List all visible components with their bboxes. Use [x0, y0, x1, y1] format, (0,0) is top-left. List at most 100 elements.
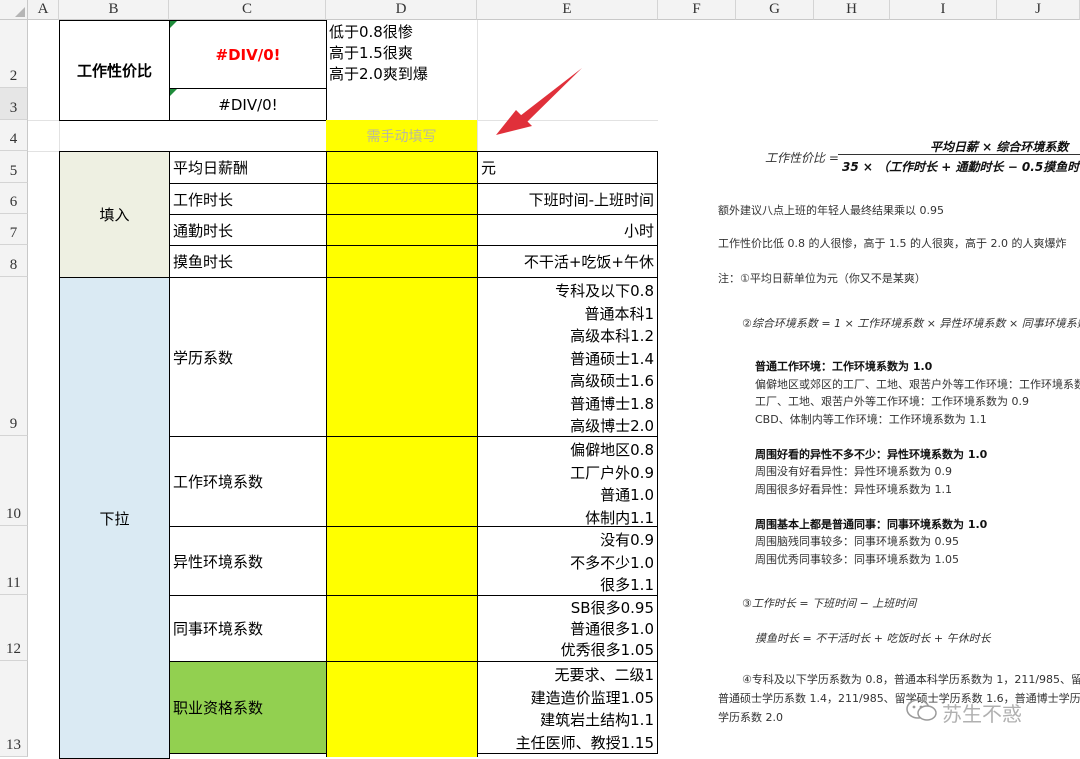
select-opposite-sex[interactable]	[326, 526, 478, 596]
options-work-env: 偏僻地区0.8 工厂户外0.9 普通1.0 体制内1.1	[477, 436, 658, 527]
option-text: 专科及以下0.8	[555, 282, 654, 300]
note-line: 周围脑残同事较多：同事环境系数为 0.95	[755, 535, 959, 548]
formula-lhs: 工作性价比 =	[765, 151, 839, 165]
select-education[interactable]	[326, 277, 478, 437]
column-header-i[interactable]: I	[890, 0, 997, 20]
option-text: 普通硕士1.4	[570, 349, 654, 368]
note-line: 周围好看的异性不多不少：异性环境系数为 1.0	[755, 448, 988, 461]
note-line: 普通硕士学历系数 1.4，211/985、留学硕士学历系数 1.6，普通博士学历…	[718, 692, 1080, 705]
row-header-11[interactable]: 11	[0, 526, 28, 595]
note-line: 工厂、工地、艰苦户外等工作环境：工作环境系数为 0.9	[755, 395, 1029, 408]
options-qualification: 无要求、二级1 建造造价监理1.05 建筑岩土结构1.1 主任医师、教授1.15	[477, 661, 658, 754]
formula-notes-image[interactable]: 工作性价比 = 平均日薪 × 综合环境系数 35 × （工作时长 + 通勤时长 …	[660, 120, 1080, 757]
option-text: 普通很多1.0	[570, 620, 654, 638]
column-header-a[interactable]: A	[28, 0, 59, 20]
row-header-10[interactable]: 10	[0, 436, 28, 526]
options-colleague: SB很多0.95 普通很多1.0 优秀很多1.05	[477, 595, 658, 662]
option-text: 无要求、二级1	[554, 666, 654, 684]
field-label-qualification: 职业资格系数	[169, 661, 327, 754]
row-header-12[interactable]: 12	[0, 595, 28, 661]
option-text: 高级硕士1.6	[570, 372, 654, 390]
row-header-5[interactable]: 5	[0, 151, 28, 183]
field-label-commute: 通勤时长	[169, 214, 327, 246]
note-line: CBD、体制内等工作环境：工作环境系数为 1.1	[755, 413, 987, 426]
option-text: 主任医师、教授1.15	[515, 733, 654, 752]
error-value: #DIV/0!	[215, 45, 281, 64]
row-header-13[interactable]: 13	[0, 661, 28, 757]
input-daily-pay[interactable]	[326, 151, 478, 184]
error-value: #DIV/0!	[218, 95, 278, 114]
row-header-3[interactable]: 3	[0, 88, 28, 120]
column-header-f[interactable]: F	[658, 0, 736, 20]
note-line: 学历系数 2.0	[718, 711, 783, 724]
chat-bubble-icon	[906, 699, 937, 721]
option-text: 普通本科1	[584, 304, 654, 323]
unit-daily-pay: 元	[477, 151, 658, 184]
row-header-4[interactable]: 4	[0, 120, 28, 151]
unit-slack: 不干活+吃饭+午休	[477, 245, 658, 278]
dropdown-group-title: 下拉	[59, 277, 170, 759]
note-line: 周围优秀同事较多：同事环境系数为 1.05	[755, 553, 959, 566]
option-text: 建筑岩土结构1.1	[540, 711, 654, 729]
field-label-work-env: 工作环境系数	[169, 436, 327, 527]
column-header-d[interactable]: D	[326, 0, 477, 20]
column-header-c[interactable]: C	[169, 0, 326, 20]
manual-fill-hint: 需手动填写	[326, 120, 477, 151]
option-text: 高级本科1.2	[570, 327, 654, 345]
cell-continuation	[169, 753, 327, 757]
option-text: 体制内1.1	[585, 508, 654, 527]
option-text: 很多1.1	[600, 576, 654, 594]
column-header-e[interactable]: E	[477, 0, 658, 20]
option-text: 优秀很多1.05	[560, 641, 654, 659]
select-colleague[interactable]	[326, 595, 478, 662]
option-text: 工厂户外0.9	[570, 463, 654, 482]
row-header-9[interactable]: 9	[0, 277, 28, 436]
row-header-8[interactable]: 8	[0, 245, 28, 277]
column-header-j[interactable]: J	[997, 0, 1080, 20]
fraction-bar	[838, 154, 1080, 155]
select-work-env[interactable]	[326, 436, 478, 527]
error-indicator	[170, 21, 177, 28]
select-all-corner[interactable]	[0, 0, 28, 20]
arrow-icon	[496, 68, 582, 135]
row-header-2[interactable]: 2	[0, 20, 28, 88]
ratio-result-cell[interactable]: #DIV/0!	[169, 20, 327, 89]
column-header-h[interactable]: H	[814, 0, 890, 20]
formula-denominator: 35 × （工作时长 + 通勤时长 − 0.5摸鱼时长）	[842, 160, 1080, 174]
ratio-result-cell-2[interactable]: #DIV/0!	[169, 88, 327, 121]
note-line: 周围基本上都是普通同事：同事环境系数为 1.0	[755, 518, 988, 531]
yellow-continuation	[326, 753, 478, 757]
price-ratio-label[interactable]: 工作性价比	[59, 20, 170, 121]
option-text: 普通1.0	[600, 486, 654, 504]
note-line: 额外建议八点上班的年轻人最终结果乘以 0.95	[718, 204, 944, 217]
option-text: 没有0.9	[600, 531, 654, 549]
field-label-daily-pay: 平均日薪酬	[169, 151, 327, 184]
rating-note: 低于0.8很惨	[329, 23, 413, 41]
formula-numerator: 平均日薪 × 综合环境系数	[930, 140, 1069, 154]
options-opposite-sex: 没有0.9 不多不少1.0 很多1.1	[477, 526, 658, 596]
field-label-education: 学历系数	[169, 277, 327, 437]
note-line: 偏僻地区或郊区的工厂、工地、艰苦户外等工作环境：工作环境系数为 0.8	[755, 378, 1080, 391]
unit-work-hours: 下班时间-上班时间	[477, 183, 658, 215]
note-line: 摸鱼时长 = 不干活时长 + 吃饭时长 + 午休时长	[755, 632, 991, 645]
field-label-slack: 摸鱼时长	[169, 245, 327, 278]
column-header-b[interactable]: B	[59, 0, 169, 20]
field-label-opposite-sex: 异性环境系数	[169, 526, 327, 596]
unit-commute: 小时	[477, 214, 658, 246]
error-indicator	[170, 89, 177, 96]
column-header-g[interactable]: G	[736, 0, 814, 20]
option-text: 偏僻地区0.8	[570, 441, 654, 459]
option-text: 建造造价监理1.05	[530, 688, 654, 707]
note-line: 注：①平均日薪单位为元（你又不是某爽）	[718, 272, 926, 285]
row-header-6[interactable]: 6	[0, 183, 28, 214]
input-work-hours[interactable]	[326, 183, 478, 215]
fill-group-title: 填入	[59, 151, 170, 278]
rating-notes: 低于0.8很惨 高于1.5很爽 高于2.0爽到爆	[329, 22, 428, 85]
input-slack[interactable]	[326, 245, 478, 278]
row-header-7[interactable]: 7	[0, 214, 28, 245]
select-qualification[interactable]	[326, 661, 478, 754]
input-commute[interactable]	[326, 214, 478, 246]
note-line: ④专科及以下学历系数为 0.8，普通本科学历系数为 1，211/985、留学本科…	[742, 673, 1080, 686]
note-line: 工作性价比低 0.8 的人很惨，高于 1.5 的人很爽，高于 2.0 的人爽爆炸	[718, 237, 1067, 250]
note-line: 周围很多好看异性：异性环境系数为 1.1	[755, 483, 952, 496]
